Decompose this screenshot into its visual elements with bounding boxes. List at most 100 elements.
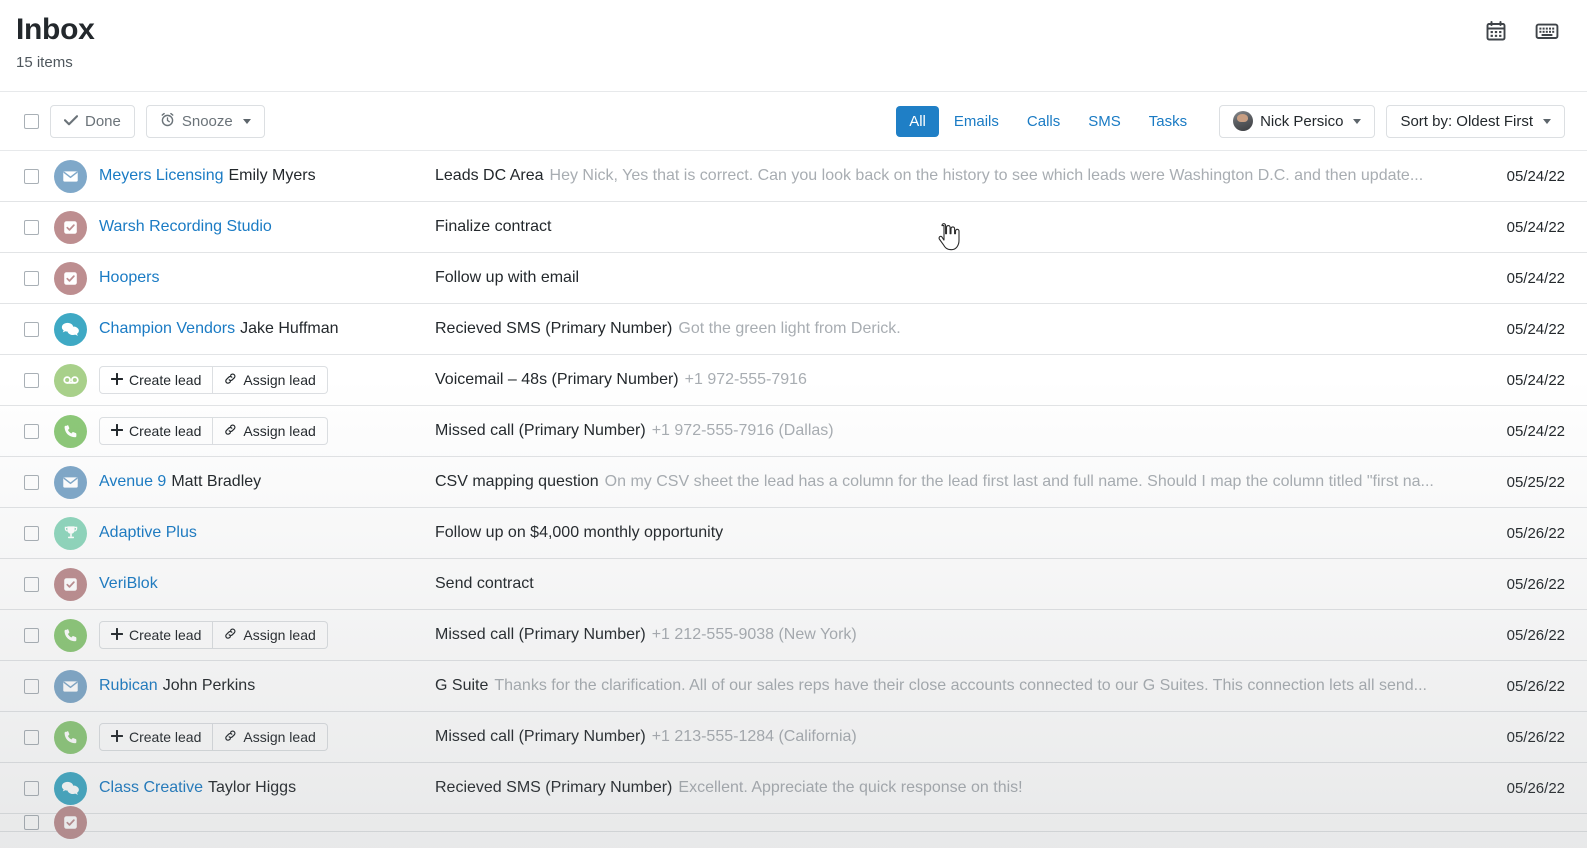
row-subject: Send contract [435,575,1483,593]
organization-link[interactable]: Hoopers [99,269,159,286]
organization-link[interactable]: Adaptive Plus [99,524,197,541]
tab-sms[interactable]: SMS [1075,106,1134,137]
snooze-label: Snooze [181,112,233,130]
row-checkbox[interactable] [24,219,39,235]
row-checkbox[interactable] [24,423,39,439]
row-date: 05/24/22 [1506,320,1565,338]
organization-link[interactable]: Rubican [99,677,158,694]
link-icon [224,423,237,439]
alarm-clock-icon [160,112,175,131]
envelope-icon [54,159,87,193]
row-date: 05/26/22 [1506,626,1565,644]
assign-lead-button[interactable]: Assign lead [213,417,328,445]
list-item[interactable]: Warsh Recording Studio Finalize contract 0… [0,202,1587,253]
create-lead-button[interactable]: Create lead [99,621,214,649]
link-icon [224,627,237,643]
preview-text: On my CSV sheet the lead has a column fo… [604,473,1434,490]
row-contact: Meyers Licensing Emily Myers [99,167,435,185]
row-checkbox[interactable] [24,576,39,592]
list-item[interactable]: Avenue 9 Matt Bradley CSV mapping question… [0,457,1587,508]
organization-link[interactable]: VeriBlok [99,575,158,592]
assign-lead-label: Assign lead [243,423,316,439]
organization-link[interactable]: Avenue 9 [99,473,166,490]
link-icon [224,729,237,745]
row-checkbox[interactable] [24,474,39,490]
row-subject: Finalize contract [435,218,1483,236]
preview-text: Excellent. Appreciate the quick response… [678,779,1023,796]
row-checkbox[interactable] [24,321,39,337]
tab-all[interactable]: All [896,105,939,137]
task-check-icon [54,210,87,244]
done-button[interactable]: Done [50,104,135,138]
phone-icon [54,720,87,754]
voicemail-icon [54,363,87,397]
row-checkbox[interactable] [24,780,39,796]
row-checkbox[interactable] [24,168,39,184]
subject-text: Missed call (Primary Number) [435,626,646,643]
list-item[interactable]: Meyers Licensing Emily Myers Leads DC Area… [0,151,1587,202]
row-checkbox[interactable] [24,627,39,643]
organization-link[interactable]: Warsh Recording Studio [99,218,272,235]
chevron-down-icon [1543,118,1551,124]
assign-lead-button[interactable]: Assign lead [213,723,328,751]
list-item[interactable]: Rubican John Perkins G Suite Thanks for the… [0,661,1587,712]
list-item[interactable]: Create lead Assign lead Missed call (Prima… [0,712,1587,763]
assign-lead-label: Assign lead [243,729,316,745]
row-checkbox[interactable] [24,729,39,745]
assign-lead-button[interactable]: Assign lead [213,621,328,649]
list-item[interactable]: VeriBlok Send contract 05/26/22 [0,559,1587,610]
sort-label: Sort by: Oldest First [1400,112,1533,130]
subject-text: Send contract [435,575,534,592]
done-label: Done [85,112,121,130]
tab-calls[interactable]: Calls [1014,106,1073,137]
phone-icon [54,414,87,448]
list-item[interactable]: Create lead Assign lead Voicemail – 48s (P… [0,355,1587,406]
create-lead-button[interactable]: Create lead [99,417,214,445]
plus-icon [110,627,124,643]
task-check-icon [54,567,87,601]
item-count: 15 items [16,54,73,71]
calendar-icon[interactable] [1485,20,1507,47]
person-name: Matt Bradley [171,473,262,490]
list-item[interactable]: Hoopers Follow up with email 05/24/22 [0,253,1587,304]
list-item[interactable]: Champion Vendors Jake Huffman Recieved SMS… [0,304,1587,355]
row-contact: Warsh Recording Studio [99,218,435,236]
list-item[interactable]: Adaptive Plus Follow up on $4,000 monthly… [0,508,1587,559]
envelope-icon [54,669,87,703]
create-lead-button[interactable]: Create lead [99,366,214,394]
row-date: 05/26/22 [1506,524,1565,542]
subject-text: G Suite [435,677,489,694]
tab-emails[interactable]: Emails [941,106,1012,137]
subject-text: CSV mapping question [435,473,599,490]
row-checkbox[interactable] [24,270,39,286]
create-lead-label: Create lead [129,627,202,643]
envelope-icon [54,465,87,499]
row-checkbox[interactable] [24,678,39,694]
create-lead-button[interactable]: Create lead [99,723,214,751]
row-checkbox[interactable] [24,372,39,388]
list-item[interactable]: Create lead Assign lead Missed call (Prima… [0,610,1587,661]
row-checkbox[interactable] [24,525,39,541]
tab-tasks[interactable]: Tasks [1136,106,1200,137]
select-all-checkbox[interactable] [24,113,39,129]
row-subject: Voicemail – 48s (Primary Number) +1 972-5… [435,371,1483,389]
keyboard-icon[interactable] [1535,20,1559,47]
subject-text: Missed call (Primary Number) [435,728,646,745]
row-checkbox[interactable] [24,815,39,830]
list-item[interactable]: Class Creative Taylor Higgs Recieved SMS (… [0,763,1587,814]
list-item[interactable] [0,806,1587,839]
user-filter-dropdown[interactable]: Nick Persico [1219,104,1376,138]
preview-text: Thanks for the clarification. All of our… [494,677,1427,694]
trophy-icon [54,516,87,550]
sort-dropdown[interactable]: Sort by: Oldest First [1386,104,1565,138]
assign-lead-button[interactable]: Assign lead [213,366,328,394]
snooze-button[interactable]: Snooze [145,104,265,138]
organization-link[interactable]: Meyers Licensing [99,167,224,184]
list-item[interactable]: Create lead Assign lead Missed call (Prima… [0,406,1587,457]
organization-link[interactable]: Champion Vendors [99,320,235,337]
organization-link[interactable]: Class Creative [99,779,203,796]
create-lead-label: Create lead [129,423,202,439]
chevron-down-icon [242,118,251,124]
page-header: Inbox 15 items [0,0,1587,92]
row-subject: Recieved SMS (Primary Number) Excellent. … [435,779,1483,797]
